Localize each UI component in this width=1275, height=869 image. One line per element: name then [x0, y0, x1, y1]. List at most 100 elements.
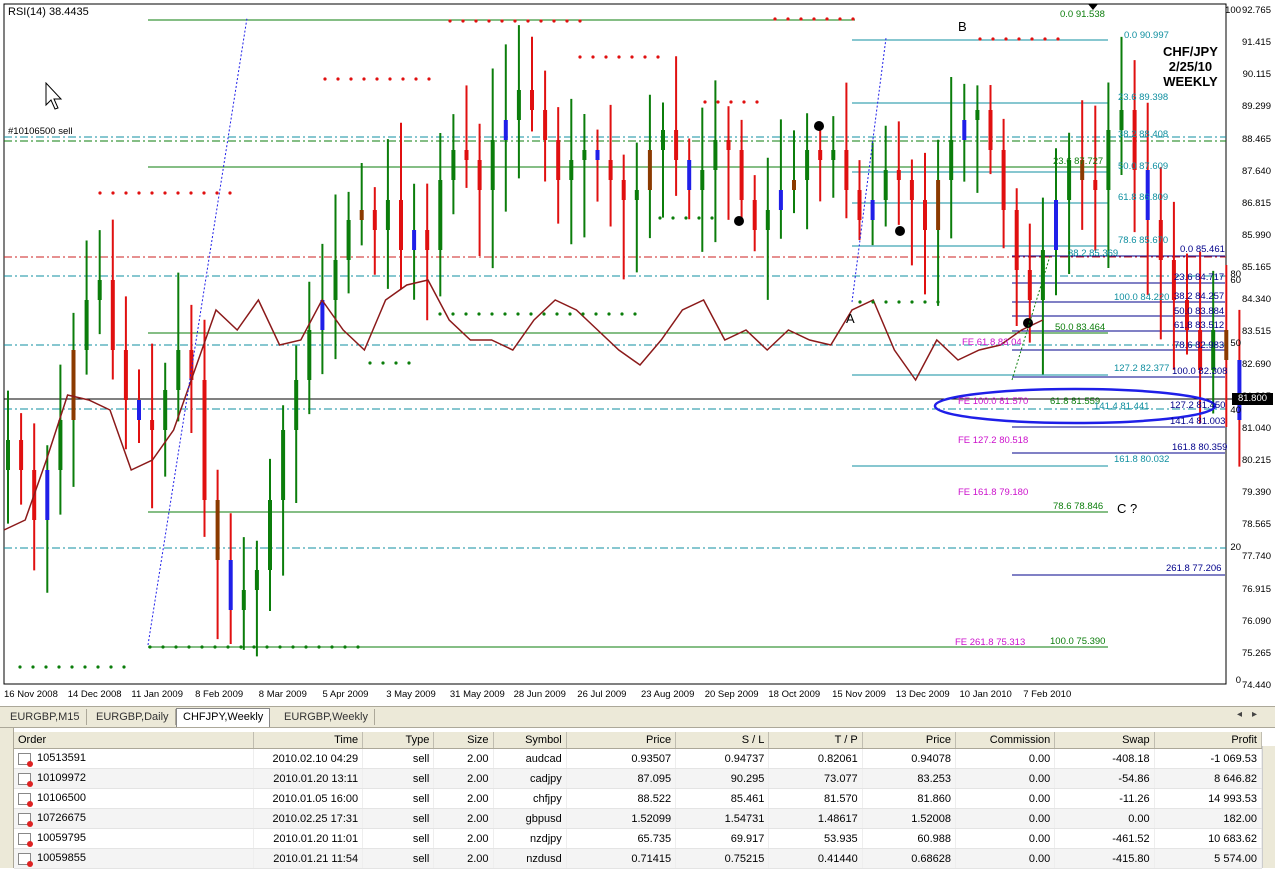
- sar-dot: [786, 17, 790, 21]
- col-open-price[interactable]: Price: [566, 732, 677, 749]
- order-tp-text: 53.935: [824, 832, 858, 845]
- sar-dot: [336, 77, 340, 81]
- sar-dot: [31, 665, 35, 669]
- scroll-right-icon[interactable]: ▸: [1252, 709, 1267, 720]
- order-price: 0.93507: [566, 748, 677, 769]
- candle-body: [412, 230, 417, 250]
- sar-dot: [1056, 37, 1060, 41]
- order-tp: 81.570: [768, 788, 863, 809]
- candle-body: [123, 350, 128, 400]
- order-type-text: sell: [412, 812, 430, 825]
- price-chart[interactable]: [0, 0, 1275, 706]
- col-type[interactable]: Type: [362, 732, 435, 749]
- col-stop-loss[interactable]: S / L: [675, 732, 770, 749]
- order-profit-text: 14 993.53: [1208, 792, 1257, 805]
- candle-body: [1093, 180, 1098, 190]
- sar-dot: [477, 312, 481, 316]
- fib-level-label: 50.0 87.609: [1118, 161, 1169, 172]
- sar-dot: [202, 191, 206, 195]
- order-type-text: sell: [412, 752, 430, 765]
- price-axis-label: 90.115: [1242, 69, 1271, 81]
- col-size[interactable]: Size: [433, 732, 494, 749]
- col-profit[interactable]: Profit: [1154, 732, 1263, 749]
- sar-dot: [643, 55, 647, 59]
- col-swap[interactable]: Swap: [1054, 732, 1155, 749]
- candle-body: [949, 140, 954, 180]
- candle-body: [582, 150, 587, 160]
- table-row[interactable]: 10513591 2010.02.10 04:29 sell 2.00 audcad 0.…: [14, 748, 1263, 769]
- price-axis-label: 74.440: [1241, 680, 1271, 691]
- col-time[interactable]: Time: [253, 732, 364, 749]
- candle-body: [58, 420, 63, 470]
- table-row[interactable]: 10109972 2010.01.20 13:11 sell 2.00 cadjpy 87…: [14, 768, 1263, 789]
- fib-level-label: 78.6 82.983: [1174, 340, 1225, 351]
- date-axis-label: 20 Sep 2009: [704, 689, 759, 700]
- marker-dot: [814, 121, 824, 131]
- orders-table: Order Time Type Size Symbol Price S / L …: [14, 732, 1263, 869]
- current-price-tag: 81.800: [1232, 393, 1273, 405]
- order-profit: 182.00: [1154, 808, 1263, 829]
- order-profit: 10 683.62: [1154, 828, 1263, 849]
- price-axis-label: 81.040: [1241, 422, 1271, 434]
- sar-dot: [70, 665, 74, 669]
- marker-dot: [1023, 318, 1033, 328]
- candle-body: [726, 140, 731, 150]
- fib-level-label: 23.6 87.727: [1053, 156, 1104, 167]
- sar-dot: [656, 55, 660, 59]
- col-take-profit[interactable]: T / P: [768, 732, 863, 749]
- fib-level-label: 61.8 83.512: [1174, 320, 1225, 331]
- fib-level-label: 38.2 85.369: [1068, 248, 1119, 259]
- tab-eurgbp-weekly[interactable]: EURGBP,Weekly: [278, 709, 375, 725]
- candle-body: [962, 120, 967, 140]
- sar-dot: [500, 19, 504, 23]
- candle-body: [805, 150, 810, 180]
- sar-dot: [438, 312, 442, 316]
- sar-dot: [176, 191, 180, 195]
- tab-eurgbp-m15[interactable]: EURGBP,M15: [4, 709, 87, 725]
- order-price: 87.095: [566, 768, 677, 789]
- order-id: 10513591: [14, 748, 254, 769]
- candle-body: [294, 380, 299, 430]
- table-row[interactable]: 10059855 2010.01.21 11:54 sell 2.00 nzdusd 0.…: [14, 848, 1263, 869]
- fib-level-label: 127.2 81.450: [1170, 400, 1226, 411]
- candle-body: [425, 230, 430, 250]
- sar-dot: [83, 665, 87, 669]
- sar-dot: [1004, 37, 1008, 41]
- candle-body: [674, 130, 679, 160]
- order-type: sell: [362, 848, 435, 869]
- candle-body: [608, 160, 613, 180]
- order-size: 2.00: [433, 768, 494, 789]
- fib-level-label: FE 61.8 83.04: [962, 337, 1022, 348]
- order-current-price-text: 1.52008: [911, 812, 951, 825]
- order-tp: 0.41440: [768, 848, 863, 869]
- chart-area[interactable]: RSI(14) 38.4435 #10106500 sell CHF/JPY 2…: [0, 0, 1275, 706]
- order-commission: 0.00: [955, 828, 1056, 849]
- candle-body: [1119, 110, 1124, 130]
- order-symbol: chfjpy: [493, 788, 567, 809]
- col-symbol[interactable]: Symbol: [493, 732, 567, 749]
- sar-dot: [226, 645, 230, 649]
- tab-eurgbp-daily[interactable]: EURGBP,Daily: [90, 709, 176, 725]
- rsi-axis-label: 60: [1230, 275, 1241, 286]
- order-size-text: 2.00: [467, 832, 489, 845]
- sell-order-icon: [18, 852, 33, 867]
- sar-dot: [401, 77, 405, 81]
- order-sl: 69.917: [675, 828, 770, 849]
- order-swap: -415.80: [1054, 848, 1155, 869]
- table-row[interactable]: 10106500 2010.01.05 16:00 sell 2.00 chfjpy 88…: [14, 788, 1263, 809]
- table-row[interactable]: 10059795 2010.01.20 11:01 sell 2.00 nzdjpy 65…: [14, 828, 1263, 849]
- order-symbol: audcad: [493, 748, 567, 769]
- fib-level-label: 141.4 81.003: [1170, 416, 1226, 427]
- tab-chfjpy-weekly[interactable]: CHFJPY,Weekly: [176, 708, 271, 727]
- table-row[interactable]: 10726675 2010.02.25 17:31 sell 2.00 gbpusd 1.…: [14, 808, 1263, 829]
- col-commission[interactable]: Commission: [955, 732, 1056, 749]
- col-current-price[interactable]: Price: [862, 732, 956, 749]
- scroll-left-icon[interactable]: ◂: [1237, 709, 1252, 720]
- terminal-scrollbar[interactable]: [1262, 746, 1275, 868]
- tab-scroll-arrows[interactable]: ◂▸: [1237, 709, 1267, 720]
- sar-dot: [368, 361, 372, 365]
- fib-level-label: FE 127.2 80.518: [958, 435, 1029, 446]
- sar-dot: [414, 77, 418, 81]
- col-order[interactable]: Order: [14, 732, 254, 749]
- candle-body: [752, 200, 757, 230]
